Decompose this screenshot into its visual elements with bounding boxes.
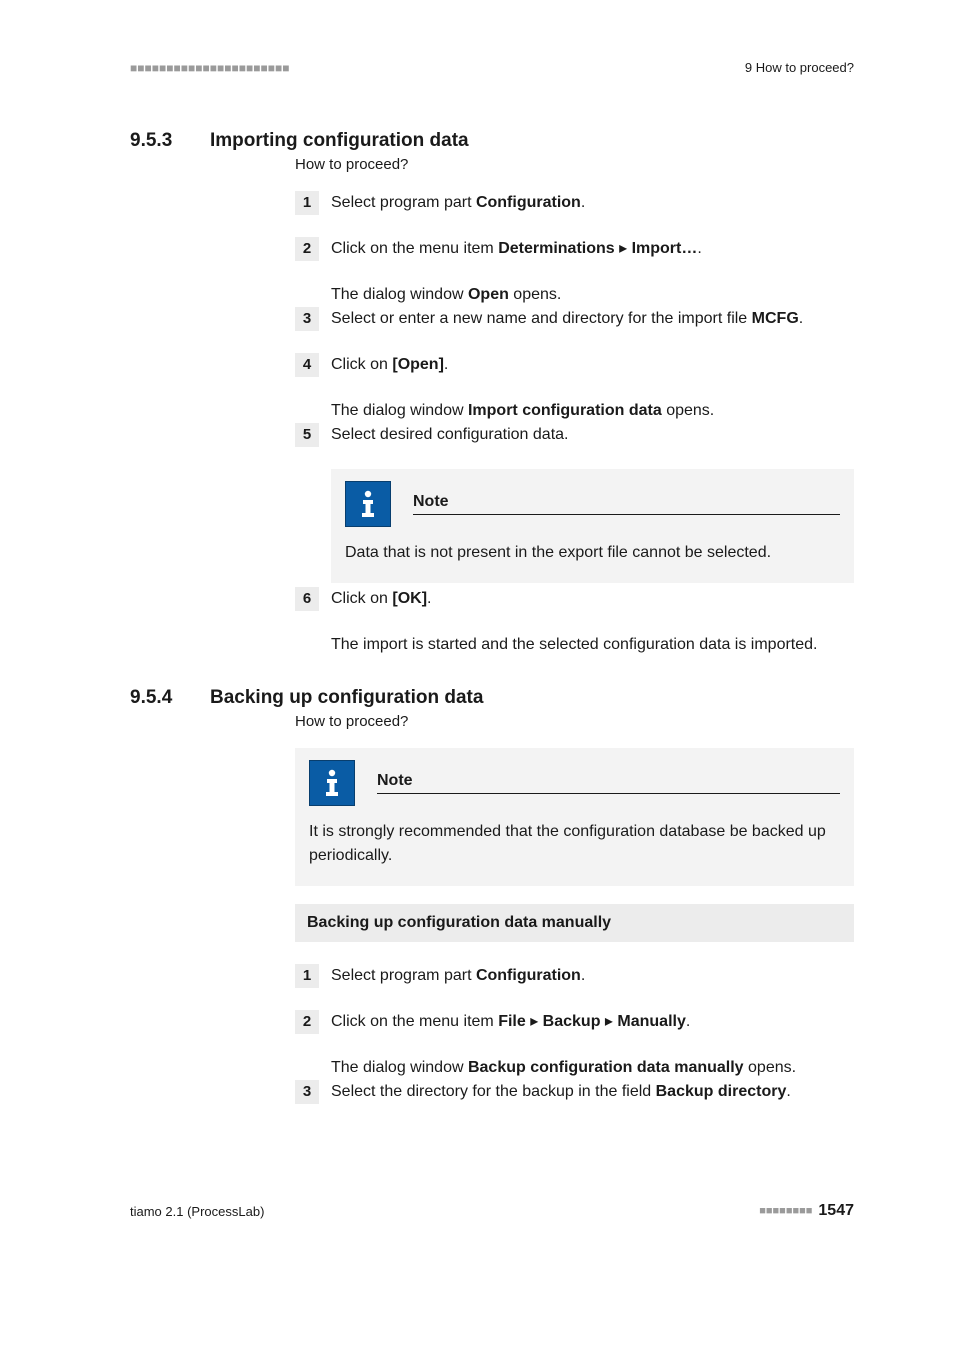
- section-subtitle: How to proceed?: [295, 713, 854, 730]
- subheading: Backing up configuration data manually: [295, 904, 854, 942]
- footer-dots: ■■■■■■■■: [759, 1205, 812, 1217]
- step-number: 4: [295, 353, 319, 377]
- step: 3 Select or enter a new name and director…: [295, 307, 854, 331]
- step: 5 Select desired configuration data.: [295, 423, 854, 447]
- section-heading: 9.5.3 Importing configuration data: [130, 130, 854, 152]
- step: 1 Select program part Configuration.: [295, 964, 854, 988]
- step: 1 Select program part Configuration.: [295, 191, 854, 215]
- step: 6 Click on [OK].: [295, 587, 854, 611]
- note-title: Note: [413, 493, 840, 515]
- step-text: Select desired configuration data.: [331, 423, 568, 447]
- step-text: Select or enter a new name and directory…: [331, 307, 803, 331]
- section-number: 9.5.3: [130, 130, 210, 152]
- section-title: Importing configuration data: [210, 130, 469, 152]
- step: 2 Click on the menu item Determinations ▸…: [295, 237, 854, 261]
- step-number: 1: [295, 964, 319, 988]
- note-title: Note: [377, 772, 840, 794]
- step-text: Select the directory for the backup in t…: [331, 1080, 791, 1104]
- step-number: 3: [295, 1080, 319, 1104]
- page-header: ■■■■■■■■■■■■■■■■■■■■■■ 9 How to proceed?: [130, 60, 854, 75]
- step-number: 3: [295, 307, 319, 331]
- step-subtext: The dialog window Backup configuration d…: [331, 1056, 854, 1080]
- step: 3 Select the directory for the backup in …: [295, 1080, 854, 1104]
- step-text: Click on [OK].: [331, 587, 431, 611]
- page: ■■■■■■■■■■■■■■■■■■■■■■ 9 How to proceed?…: [0, 0, 954, 1350]
- step-number: 2: [295, 1010, 319, 1034]
- section-title: Backing up configuration data: [210, 687, 483, 709]
- page-footer: tiamo 2.1 (ProcessLab) ■■■■■■■■ 1547: [130, 1202, 854, 1220]
- step-number: 5: [295, 423, 319, 447]
- step: 4 Click on [Open].: [295, 353, 854, 377]
- step-subtext: The import is started and the selected c…: [331, 633, 854, 657]
- header-dots: ■■■■■■■■■■■■■■■■■■■■■■: [130, 61, 289, 75]
- page-number: 1547: [818, 1202, 854, 1220]
- step-text: Click on the menu item File ▸ Backup ▸ M…: [331, 1010, 690, 1034]
- step-number: 2: [295, 237, 319, 261]
- note-box: Note It is strongly recommended that the…: [295, 748, 854, 886]
- section-heading: 9.5.4 Backing up configuration data: [130, 687, 854, 709]
- section-number: 9.5.4: [130, 687, 210, 709]
- info-icon: [345, 481, 391, 527]
- note-box: Note Data that is not present in the expo…: [331, 469, 854, 583]
- step-text: Click on the menu item Determinations ▸ …: [331, 237, 702, 261]
- step-text: Select program part Configuration.: [331, 964, 585, 988]
- step-text: Click on [Open].: [331, 353, 448, 377]
- step-text: Select program part Configuration.: [331, 191, 585, 215]
- section-subtitle: How to proceed?: [295, 156, 854, 173]
- step-subtext: The dialog window Import configuration d…: [331, 399, 854, 423]
- header-chapter: 9 How to proceed?: [745, 60, 854, 75]
- info-icon: [309, 760, 355, 806]
- step-number: 1: [295, 191, 319, 215]
- note-body: Data that is not present in the export f…: [345, 541, 840, 565]
- step-subtext: The dialog window Open opens.: [331, 283, 854, 307]
- footer-product: tiamo 2.1 (ProcessLab): [130, 1204, 264, 1219]
- step-number: 6: [295, 587, 319, 611]
- step: 2 Click on the menu item File ▸ Backup ▸ …: [295, 1010, 854, 1034]
- note-body: It is strongly recommended that the conf…: [309, 820, 840, 868]
